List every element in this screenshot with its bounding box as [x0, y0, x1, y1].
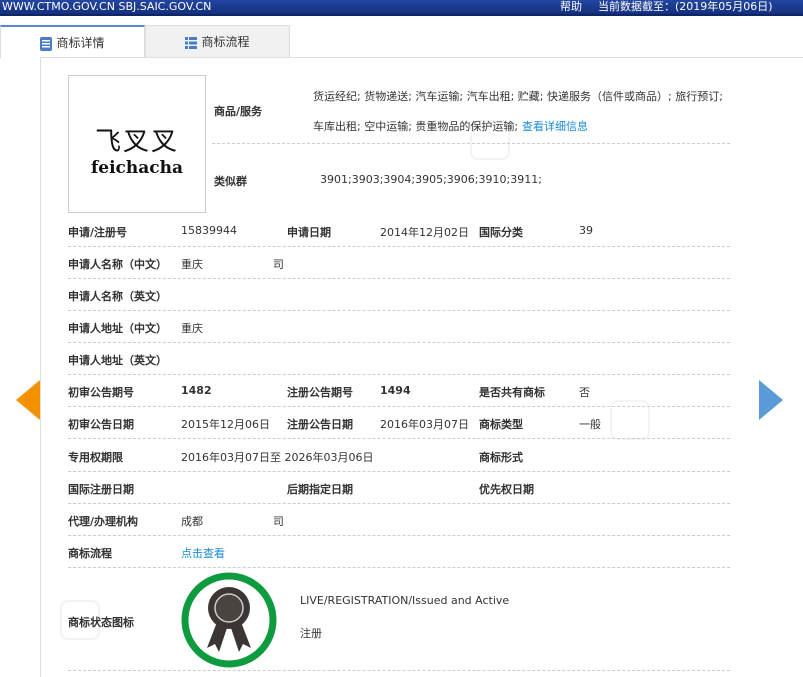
flow-link[interactable]: 点击查看 [181, 545, 225, 561]
prev-arrow-icon[interactable] [16, 380, 40, 420]
site-url: WWW.CTMO.GOV.CN SBJ.SAIC.GOV.CN [2, 0, 212, 13]
trademark-en: feichacha [90, 158, 184, 178]
app-date-label: 申请日期 [287, 226, 331, 239]
view-details-link[interactable]: 查看详细信息 [522, 118, 588, 134]
addr-en-label: 申请人地址（英文） [68, 354, 167, 367]
reg-pub-date-label: 注册公告日期 [287, 418, 353, 431]
tab-details[interactable]: 商标详情 [0, 25, 145, 58]
intl-reg-date-label: 国际注册日期 [68, 483, 134, 496]
trademark-image: 飞叉叉 feichacha [68, 75, 206, 213]
name-en-label: 申请人名称（英文） [68, 290, 167, 303]
validity-label: 专用权期限 [68, 451, 123, 464]
reg-pub-no-label: 注册公告期号 [287, 386, 353, 399]
divider [68, 310, 730, 311]
registered-badge-icon [181, 572, 277, 668]
app-date-value: 2014年12月02日 [380, 226, 469, 239]
data-date: 当前数据截至：(2019年05月06日) [598, 0, 773, 13]
divider [68, 567, 730, 568]
divider [212, 143, 730, 144]
similar-value: 3901;3903;3904;3905;3906;3910;3911; [320, 173, 542, 186]
divider [68, 246, 730, 247]
agent-label: 代理/办理机构 [68, 515, 139, 528]
reg-no-value: 15839944 [181, 224, 237, 237]
flow-label: 商标流程 [68, 547, 112, 560]
divider [68, 670, 730, 671]
intl-class-label: 国际分类 [479, 226, 523, 239]
validity-value: 2016年03月07日至 2026年03月06日 [181, 451, 374, 464]
priority-date-label: 优先权日期 [479, 483, 534, 496]
status-label: 商标状态图标 [68, 616, 134, 629]
reg-pub-date-value: 2016年03月07日 [380, 418, 469, 431]
shared-label: 是否共有商标 [479, 386, 545, 399]
next-arrow-icon[interactable] [759, 380, 783, 420]
goods-label: 商品/服务 [214, 105, 263, 118]
tab-process[interactable]: 商标流程 [145, 25, 290, 58]
prelim-date-value: 2015年12月06日 [181, 418, 270, 431]
addr-cn-label: 申请人地址（中文） [68, 322, 167, 335]
mark-form-label: 商标形式 [479, 451, 523, 464]
status-en: LIVE/REGISTRATION/Issued and Active [300, 594, 510, 607]
document-list-icon [40, 36, 53, 51]
mark-type-value: 一般 [579, 418, 601, 431]
divider [68, 278, 730, 279]
tab-label: 商标流程 [201, 35, 250, 49]
later-date-label: 后期指定日期 [287, 483, 353, 496]
reg-no-label: 申请/注册号 [68, 226, 128, 239]
status-cn: 注册 [300, 627, 322, 640]
trademark-cn: 飞叉叉 [94, 127, 179, 157]
tab-label: 商标详情 [56, 36, 105, 50]
list-icon [185, 36, 198, 49]
similar-label: 类似群 [214, 175, 247, 188]
shared-value: 否 [579, 386, 590, 399]
divider [68, 471, 730, 472]
divider [68, 406, 730, 407]
divider [68, 535, 730, 536]
prelim-no-label: 初审公告期号 [68, 386, 134, 399]
name-cn-label: 申请人名称（中文） [68, 258, 167, 271]
divider [68, 374, 730, 375]
intl-class-value: 39 [579, 224, 593, 237]
reg-pub-no-value: 1494 [380, 384, 411, 397]
goods-line1: 货运经纪; 货物递送; 汽车运输; 汽车出租; 贮藏; 快递服务（信件或商品）;… [313, 90, 723, 103]
divider [68, 503, 730, 504]
addr-cn-value: 重庆 [181, 322, 203, 335]
prelim-date-label: 初审公告日期 [68, 418, 134, 431]
prelim-no-value: 1482 [181, 384, 212, 397]
help-link[interactable]: 帮助 [560, 0, 582, 14]
divider [68, 342, 730, 343]
goods-line2: 车库出租; 空中运输; 贵重物品的保护运输; [313, 120, 519, 133]
top-bar: WWW.CTMO.GOV.CN SBJ.SAIC.GOV.CN 帮助 当前数据截… [0, 0, 803, 16]
agent-value: 成都 司 [181, 515, 284, 528]
divider [68, 438, 730, 439]
mark-type-label: 商标类型 [479, 418, 523, 431]
name-cn-value: 重庆 司 [181, 258, 284, 271]
